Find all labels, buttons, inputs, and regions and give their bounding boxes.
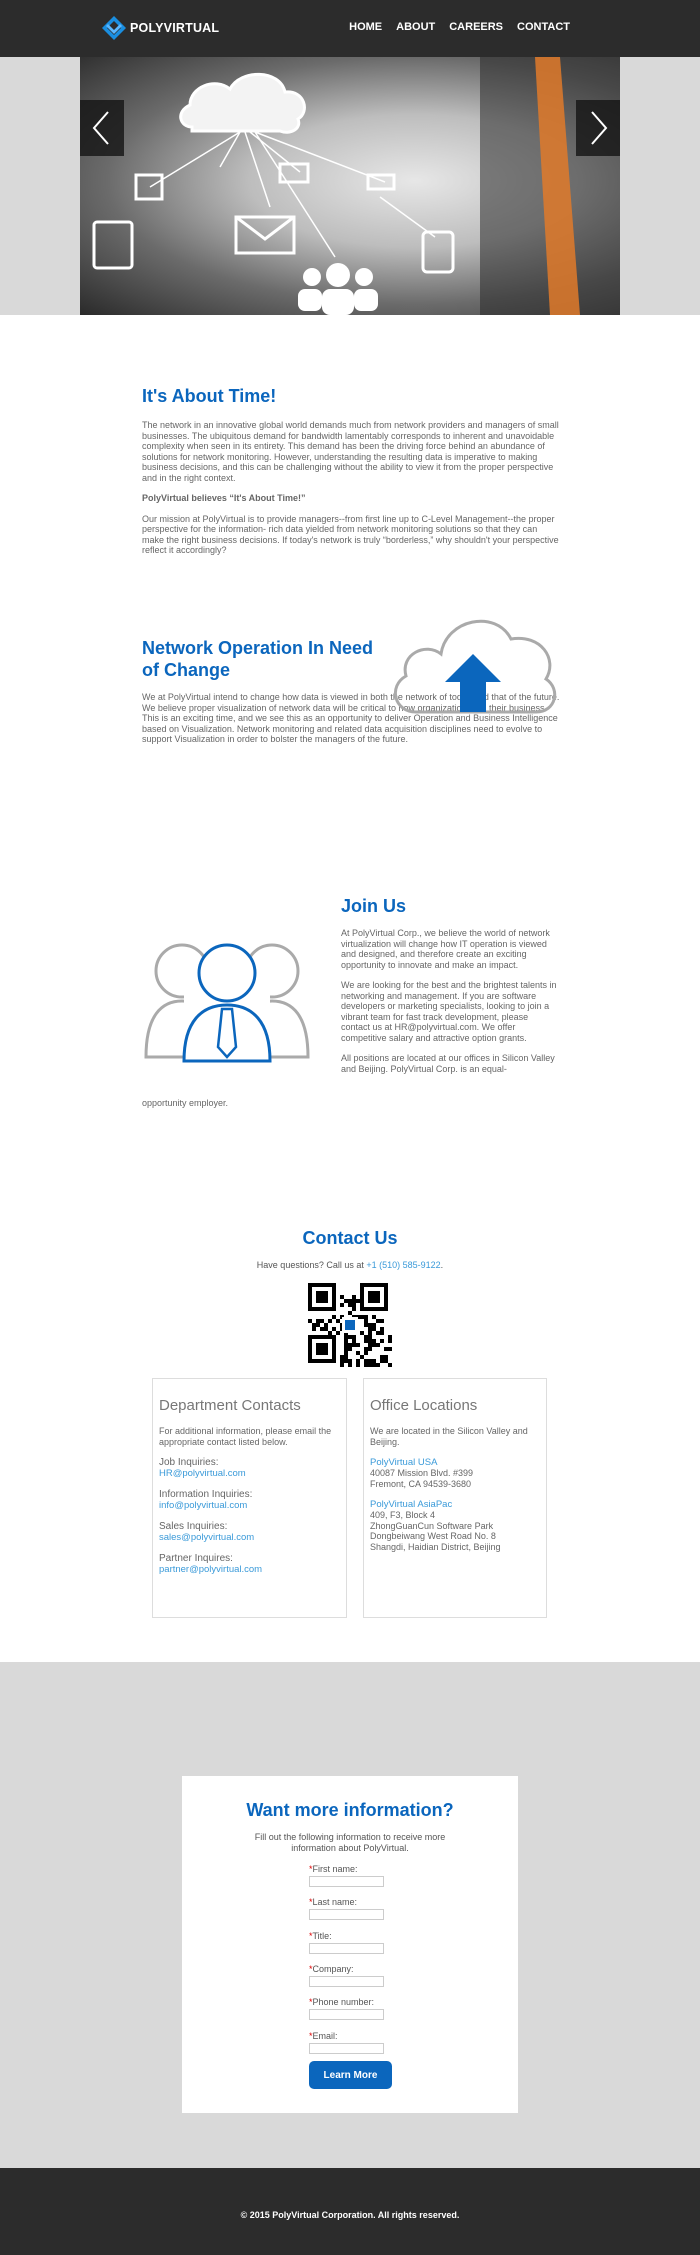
partner-email-link[interactable]: partner@polyvirtual.com xyxy=(159,1564,262,1575)
sales-inquiries-label: Sales Inquiries: xyxy=(159,1521,228,1532)
asiapac-office-name: PolyVirtual AsiaPac xyxy=(370,1499,453,1510)
about-paragraph-2: PolyVirtual believes “It's About Time!” xyxy=(142,493,306,503)
site-footer: © 2015 PolyVirtual Corporation. All righ… xyxy=(0,2168,700,2255)
join-paragraph-3: All positions are located at our offices… xyxy=(341,1053,555,1074)
info-email-link[interactable]: info@polyvirtual.com xyxy=(159,1500,247,1511)
cloud-network-illustration xyxy=(92,57,620,315)
company-input[interactable] xyxy=(309,1976,384,1987)
copyright-text: © 2015 PolyVirtual Corporation. All righ… xyxy=(240,2210,460,2220)
title-label: Title: xyxy=(312,1931,332,1941)
usa-address-line-1: 40087 Mission Blvd. #399 xyxy=(370,1468,474,1478)
main-nav: HOME ABOUT CAREERS CONTACT xyxy=(349,21,570,33)
polyvirtual-logo-icon xyxy=(102,16,126,40)
slider-prev-button[interactable] xyxy=(80,100,124,156)
phone-input[interactable] xyxy=(309,2009,384,2020)
nav-careers[interactable]: CAREERS xyxy=(449,21,503,33)
phone-field: *Phone number: xyxy=(309,1997,389,2020)
title-field: *Title: xyxy=(309,1931,389,1954)
learn-more-button[interactable]: Learn More xyxy=(309,2061,392,2089)
last-name-field: *Last name: xyxy=(309,1897,389,1920)
info-request-form: Want more information? Fill out the foll… xyxy=(182,1776,518,2113)
call-suffix: . xyxy=(440,1260,444,1270)
usa-office-name: PolyVirtual USA xyxy=(370,1457,438,1468)
sales-email-link[interactable]: sales@polyvirtual.com xyxy=(159,1532,254,1543)
network-title: Network Operation In Need of Change xyxy=(142,638,374,680)
join-paragraph-2: We are looking for the best and the brig… xyxy=(341,980,557,1043)
hr-email-link[interactable]: HR@polyvirtual.com xyxy=(159,1468,246,1479)
form-description: Fill out the following information to re… xyxy=(254,1832,446,1853)
network-section: Network Operation In Need of Change xyxy=(142,637,378,681)
phone-label: Phone number: xyxy=(312,1997,375,2007)
company-label: Company: xyxy=(312,1964,354,1974)
chevron-right-icon xyxy=(591,111,608,145)
team-people-icon xyxy=(144,943,310,1065)
first-name-input[interactable] xyxy=(309,1876,384,1887)
slider-next-button[interactable] xyxy=(576,100,620,156)
qr-code-image xyxy=(308,1283,392,1367)
about-paragraph-3: Our mission at PolyVirtual is to provide… xyxy=(142,513,559,556)
brand-logo[interactable]: POLYVIRTUAL xyxy=(100,14,219,42)
site-header: POLYVIRTUAL HOME ABOUT CAREERS CONTACT xyxy=(0,0,700,57)
asiapac-address-line-2: ZhongGuanCun Software Park xyxy=(370,1520,494,1531)
nav-home[interactable]: HOME xyxy=(349,21,382,33)
join-paragraph-3-cont: opportunity employer. xyxy=(142,1098,229,1108)
dept-intro: For additional information, please email… xyxy=(159,1426,332,1447)
network-paragraph-left: We at PolyVirtual intend to change how d… xyxy=(142,692,559,745)
nav-about[interactable]: ABOUT xyxy=(396,21,435,33)
first-name-label: First name: xyxy=(312,1864,358,1874)
hero-slider xyxy=(80,57,620,315)
dept-title: Department Contacts xyxy=(159,1397,301,1414)
form-title: Want more information? xyxy=(246,1800,454,1820)
email-input[interactable] xyxy=(309,2043,384,2054)
join-section: Join Us At PolyVirtual Corp., we believe… xyxy=(341,895,558,1074)
about-paragraph-1: The network in an innovative global worl… xyxy=(142,420,559,483)
call-prefix: Have questions? Call us at xyxy=(256,1260,367,1270)
info-inquiries-label: Information Inquiries: xyxy=(159,1489,253,1500)
office-title: Office Locations xyxy=(370,1397,478,1414)
job-inquiries-label: Job Inquiries: xyxy=(159,1457,219,1468)
first-name-field: *First name: xyxy=(309,1864,389,1887)
department-contacts-box: Department Contacts For additional infor… xyxy=(152,1378,347,1618)
cloud-upload-icon xyxy=(394,619,557,714)
join-paragraph-1: At PolyVirtual Corp., we believe the wor… xyxy=(341,928,550,970)
about-title: It's About Time! xyxy=(142,386,277,406)
title-input[interactable] xyxy=(309,1943,384,1954)
office-locations-box: Office Locations We are located in the S… xyxy=(363,1378,547,1618)
last-name-input[interactable] xyxy=(309,1909,384,1920)
asiapac-address-line-4: Shangdi, Haidian District, Beijing xyxy=(370,1541,501,1552)
email-field: *Email: xyxy=(309,2031,389,2054)
last-name-label: Last name: xyxy=(312,1897,358,1907)
email-label: Email: xyxy=(312,2031,338,2041)
asiapac-address-line-1: 409, F3, Block 4 xyxy=(370,1510,436,1520)
brand-name: POLYVIRTUAL xyxy=(130,21,220,35)
phone-link[interactable]: +1 (510) 585-9122 xyxy=(366,1260,440,1270)
about-section: It's About Time! The network in an innov… xyxy=(142,385,560,556)
office-intro: We are located in the Silicon Valley and… xyxy=(370,1426,528,1447)
partner-inquiries-label: Partner Inquires: xyxy=(159,1553,233,1564)
join-title: Join Us xyxy=(341,896,407,916)
company-field: *Company: xyxy=(309,1964,389,1987)
contact-call-line: Have questions? Call us at +1 (510) 585-… xyxy=(0,1260,700,1270)
contact-title: Contact Us xyxy=(302,1228,398,1248)
nav-contact[interactable]: CONTACT xyxy=(517,21,570,33)
asiapac-address-line-3: Dongbeiwang West Road No. 8 xyxy=(370,1531,496,1541)
chevron-left-icon xyxy=(92,111,109,145)
usa-address-line-2: Fremont, CA 94539-3680 xyxy=(370,1478,472,1489)
